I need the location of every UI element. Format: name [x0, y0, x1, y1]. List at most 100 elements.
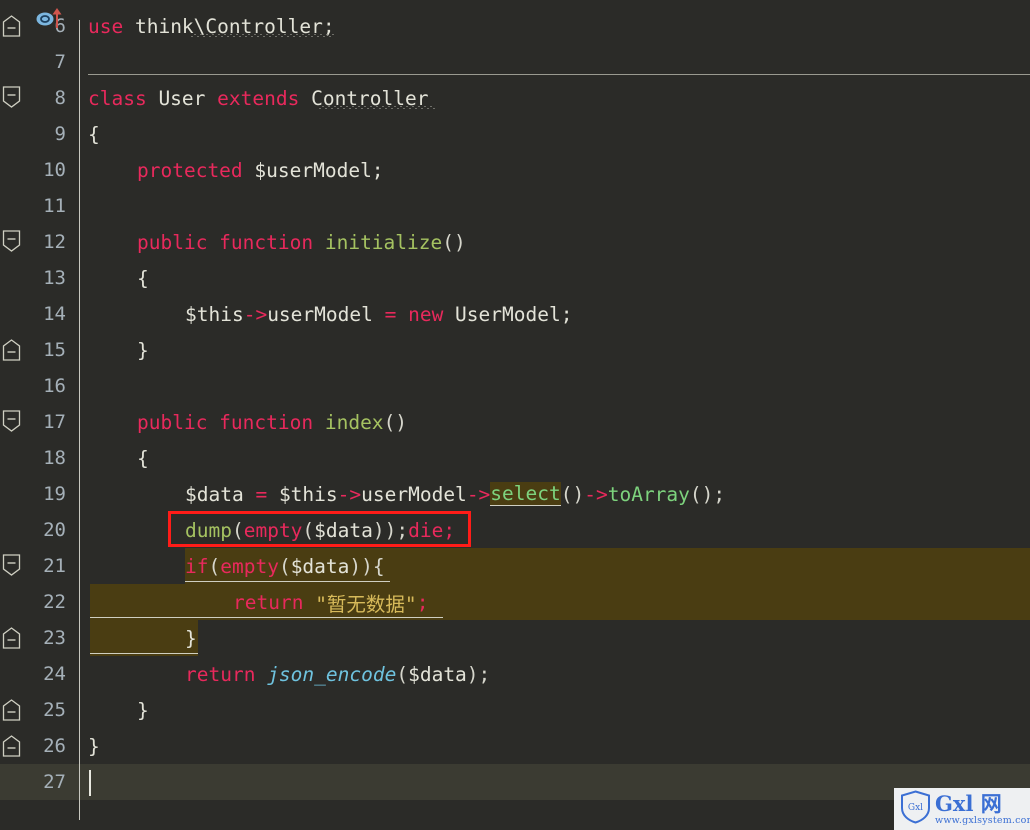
override-method-icon[interactable]: [36, 6, 64, 30]
fold-end-icon-line-23[interactable]: [2, 627, 21, 649]
editor-line-14[interactable]: 14 $this -> userModel = new UserModel;: [0, 296, 1030, 332]
paren-open: (: [302, 518, 315, 542]
editor-line-20[interactable]: 20 dump(empty($data)); die;: [0, 512, 1030, 548]
fold-end-icon-line-26[interactable]: [2, 735, 21, 757]
watermark-title: Gxl 网: [935, 790, 1002, 816]
code-line-25[interactable]: }: [137, 692, 149, 728]
builtin-empty: empty: [243, 518, 303, 542]
fold-start-icon-line-21[interactable]: [2, 554, 21, 576]
fold-start-icon-line-17[interactable]: [2, 410, 21, 432]
gutter-line-19[interactable]: 19: [0, 476, 68, 512]
object-operator: ->: [243, 302, 268, 326]
selection-highlight-line-23: [90, 620, 198, 656]
string-literal: "暂无数据": [303, 592, 417, 616]
line-number: 12: [43, 231, 66, 253]
fold-end-icon-line-15[interactable]: [2, 339, 21, 361]
code-line-15[interactable]: }: [137, 332, 149, 368]
property-name: userModel: [267, 302, 385, 326]
editor-line-27[interactable]: 27: [0, 764, 1030, 800]
code-line-14[interactable]: $this -> userModel = new UserModel;: [185, 296, 572, 332]
svg-text:Gxl: Gxl: [908, 803, 923, 813]
code-line-17[interactable]: public function index(): [137, 404, 407, 440]
code-line-6[interactable]: use think\Controller;: [88, 8, 335, 44]
editor-line-10[interactable]: 10 protected $userModel;: [0, 152, 1030, 188]
paren-open: (: [208, 554, 221, 578]
method-name: initialize: [313, 230, 443, 254]
editor-line-17[interactable]: 17 public function index(): [0, 404, 1030, 440]
code-line-26[interactable]: }: [88, 728, 100, 764]
gutter-line-24[interactable]: 24: [0, 656, 68, 692]
gutter-line-9[interactable]: 9: [0, 116, 68, 152]
line-number: 14: [43, 303, 66, 325]
editor-line-15[interactable]: 15 }: [0, 332, 1030, 368]
editor-line-13[interactable]: 13 {: [0, 260, 1030, 296]
code-line-10[interactable]: protected $userModel;: [137, 152, 384, 188]
brace: }: [137, 698, 149, 722]
method-separator: [88, 74, 1030, 75]
editor-line-9[interactable]: 9 {: [0, 116, 1030, 152]
editor-line-12[interactable]: 12 public function initialize(): [0, 224, 1030, 260]
code-line-21[interactable]: if(empty($data)){: [185, 548, 385, 584]
editor-line-6[interactable]: 6 use think\Controller;: [0, 8, 1030, 44]
paren-close: ));: [372, 518, 409, 542]
fold-start-icon-line-8[interactable]: [2, 86, 21, 108]
code-line-24[interactable]: return json_encode($data);: [185, 656, 490, 692]
builtin-empty: empty: [220, 554, 279, 578]
line-number: 19: [43, 483, 66, 505]
editor-line-16[interactable]: 16: [0, 368, 1030, 404]
code-line-8[interactable]: class User extends Controller: [88, 80, 428, 116]
line-number: 13: [43, 267, 66, 289]
code-line-22[interactable]: return "暂无数据";: [233, 584, 428, 620]
code-line-9[interactable]: {: [88, 116, 100, 152]
code-line-13[interactable]: {: [137, 260, 149, 296]
gutter-line-27[interactable]: 27: [0, 764, 68, 800]
fold-end-icon-line-6[interactable]: [2, 15, 21, 37]
gutter-line-22[interactable]: 22: [0, 584, 68, 620]
fold-start-icon-line-12[interactable]: [2, 230, 21, 252]
search-match-select[interactable]: select: [490, 482, 561, 506]
code-line-20[interactable]: dump(empty($data)); die;: [185, 512, 455, 548]
editor-line-24[interactable]: 24 return json_encode($data);: [0, 656, 1030, 692]
function-call-dump: dump: [185, 518, 232, 542]
brace: }: [185, 626, 197, 650]
variable-this: $this: [185, 302, 244, 326]
gutter-line-16[interactable]: 16: [0, 368, 68, 404]
editor-line-11[interactable]: 11: [0, 188, 1030, 224]
editor-line-26[interactable]: 26 }: [0, 728, 1030, 764]
code-editor[interactable]: 6 use think\Controller; 7 8 class User e…: [0, 0, 1030, 830]
gutter-line-10[interactable]: 10: [0, 152, 68, 188]
code-line-19[interactable]: $data = $this -> userModel -> select() -> toAr…: [185, 476, 725, 512]
code-line-12[interactable]: public function initialize(): [137, 224, 466, 260]
editor-line-25[interactable]: 25 }: [0, 692, 1030, 728]
selection-highlight-line-22: [90, 584, 1030, 620]
gutter-line-7[interactable]: 7: [0, 44, 68, 80]
gutter-line-13[interactable]: 13: [0, 260, 68, 296]
semicolon: ;: [443, 518, 456, 542]
code-line-18[interactable]: {: [137, 440, 149, 476]
keyword-use: use: [88, 14, 124, 38]
brace: {: [137, 266, 149, 290]
gutter-line-18[interactable]: 18: [0, 440, 68, 476]
gutter-line-11[interactable]: 11: [0, 188, 68, 224]
selection-underline-line-21: [185, 581, 390, 582]
variable-data: $data: [408, 662, 467, 686]
selection-underline-line-23: [90, 653, 198, 654]
paren-close-brace: )){: [349, 554, 385, 578]
gutter-line-14[interactable]: 14: [0, 296, 68, 332]
line-number: 7: [54, 51, 66, 73]
code-line-23[interactable]: }: [185, 620, 197, 656]
parens: (): [560, 482, 585, 506]
text-caret: [89, 770, 91, 796]
parens: ();: [689, 482, 726, 506]
keyword-public-function: public function: [137, 410, 314, 434]
editor-line-19[interactable]: 19 $data = $this -> userModel -> select() -> t…: [0, 476, 1030, 512]
editor-line-18[interactable]: 18 {: [0, 440, 1030, 476]
editor-line-8[interactable]: 8 class User extends Controller: [0, 80, 1030, 116]
line-number: 11: [43, 195, 66, 217]
line-number: 20: [43, 519, 66, 541]
object-operator: ->: [466, 482, 491, 506]
gutter-line-20[interactable]: 20: [0, 512, 68, 548]
function-call-json-encode: json_encode: [255, 662, 397, 686]
parens: (): [383, 410, 408, 434]
fold-end-icon-line-25[interactable]: [2, 699, 21, 721]
